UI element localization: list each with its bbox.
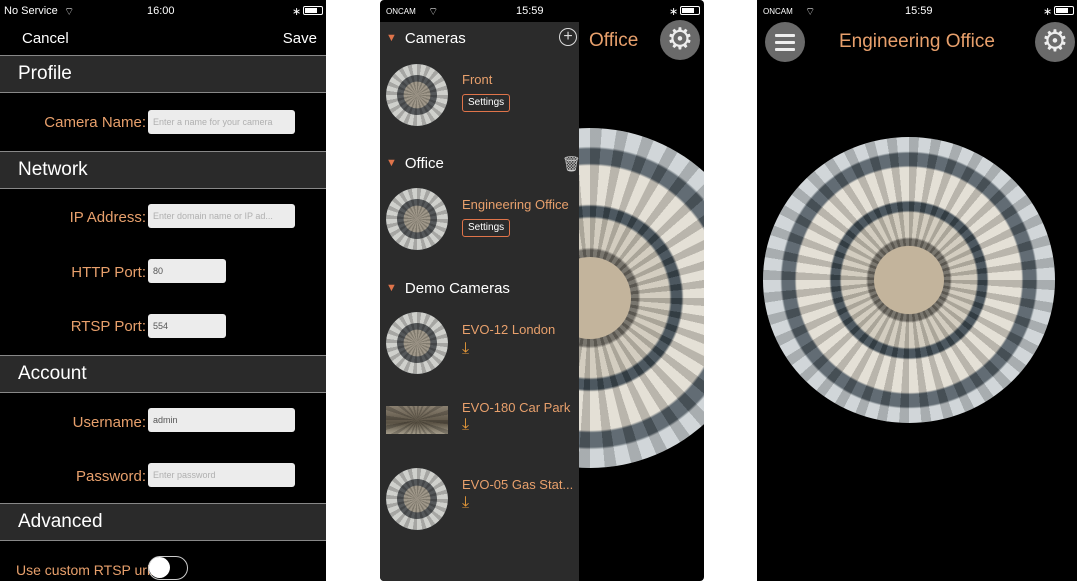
bluetooth-icon: ∗	[292, 6, 302, 18]
download-icon[interactable]: ⤓	[462, 340, 469, 358]
http-port-input[interactable]	[148, 259, 226, 283]
expand-triangle-icon: ▼	[386, 282, 397, 294]
wifi-icon: ⌔	[64, 6, 75, 18]
bluetooth-icon: ∗	[1043, 6, 1053, 18]
group-label: Demo Cameras	[404, 280, 510, 297]
carrier-label: No Service	[4, 5, 58, 17]
camera-drawer: ▼ Cameras + Front Settings ▼ Office 🗑 Engi…	[380, 22, 581, 581]
settings-button[interactable]: Settings	[462, 219, 511, 237]
camera-name[interactable]: EVO-12 London	[462, 322, 555, 337]
camera-feed[interactable]	[763, 137, 1055, 423]
time-label: 15:59	[516, 5, 544, 17]
time-label: 15:59	[905, 5, 933, 17]
camera-name[interactable]: EVO-180 Car Park	[462, 400, 570, 415]
status-bar: ONCAM ⌔ 15:59 ∗	[757, 0, 1077, 22]
username-input[interactable]	[148, 408, 295, 432]
group-header-cameras[interactable]: ▼ Cameras	[386, 30, 466, 47]
time-label: 16:00	[147, 5, 175, 17]
battery-icon	[303, 6, 323, 15]
carrier-label: ONCAM	[763, 7, 793, 16]
camera-thumbnail[interactable]	[386, 468, 448, 530]
page-title-partial: Office	[589, 30, 639, 51]
camera-name-label: Camera Name:	[44, 114, 146, 131]
status-bar: ONCAM ⌔ 15:59 ∗	[380, 0, 704, 22]
custom-rtsp-label: Use custom RTSP url:	[16, 562, 154, 578]
camera-settings-screen: No Service ⌔ 16:00 ∗ Cancel Save Profile…	[0, 0, 326, 581]
camera-thumbnail[interactable]	[386, 188, 448, 250]
status-bar: No Service ⌔ 16:00 ∗	[0, 0, 326, 22]
camera-thumbnail[interactable]	[386, 406, 448, 434]
custom-rtsp-toggle[interactable]	[148, 556, 188, 580]
live-view-screen: ONCAM ⌔ 15:59 ∗ Engineering Office ⚙	[757, 0, 1077, 581]
battery-icon	[680, 6, 700, 15]
gear-icon[interactable]: ⚙	[1035, 22, 1075, 62]
expand-triangle-icon: ▼	[386, 157, 397, 169]
section-account: Account	[0, 355, 326, 393]
trash-icon[interactable]: 🗑	[562, 155, 581, 173]
camera-name[interactable]: Front	[462, 72, 492, 87]
expand-triangle-icon: ▼	[386, 32, 397, 44]
group-label: Office	[404, 155, 444, 172]
camera-name[interactable]: Engineering Office	[462, 197, 569, 212]
camera-thumbnail[interactable]	[386, 312, 448, 374]
group-header-demo-cameras[interactable]: ▼ Demo Cameras	[386, 280, 510, 297]
camera-list-screen: ONCAM ⌔ 15:59 ∗ Office ⚙ ▼ Cameras + Fron…	[380, 0, 704, 581]
password-input[interactable]	[148, 463, 295, 487]
ip-address-input[interactable]	[148, 204, 295, 228]
gear-icon[interactable]: ⚙	[660, 20, 700, 60]
carrier-label: ONCAM	[386, 7, 416, 16]
http-port-label: HTTP Port:	[71, 264, 146, 281]
settings-button[interactable]: Settings	[462, 94, 511, 112]
toggle-knob	[149, 557, 170, 578]
camera-thumbnail[interactable]	[386, 64, 448, 126]
menu-icon[interactable]	[765, 22, 805, 62]
password-label: Password:	[75, 468, 146, 485]
battery-icon	[1054, 6, 1074, 15]
group-header-office[interactable]: ▼ Office	[386, 155, 444, 172]
bluetooth-icon: ∗	[669, 6, 679, 18]
section-network: Network	[0, 151, 326, 189]
wifi-icon: ⌔	[805, 6, 816, 18]
add-icon[interactable]: +	[559, 28, 577, 46]
download-icon[interactable]: ⤓	[462, 494, 469, 512]
camera-name-input[interactable]	[148, 110, 295, 134]
rtsp-port-input[interactable]	[148, 314, 226, 338]
section-profile: Profile	[0, 55, 326, 93]
section-advanced: Advanced	[0, 503, 326, 541]
wifi-icon: ⌔	[428, 6, 439, 18]
cancel-button[interactable]: Cancel	[22, 30, 69, 47]
page-title: Engineering Office	[839, 31, 995, 52]
camera-name[interactable]: EVO-05 Gas Stat...	[462, 477, 573, 492]
save-button[interactable]: Save	[283, 30, 317, 47]
group-label: Cameras	[404, 30, 466, 47]
rtsp-port-label: RTSP Port:	[70, 318, 146, 335]
username-label: Username:	[72, 414, 146, 431]
download-icon[interactable]: ⤓	[462, 416, 469, 434]
ip-address-label: IP Address:	[69, 209, 146, 226]
